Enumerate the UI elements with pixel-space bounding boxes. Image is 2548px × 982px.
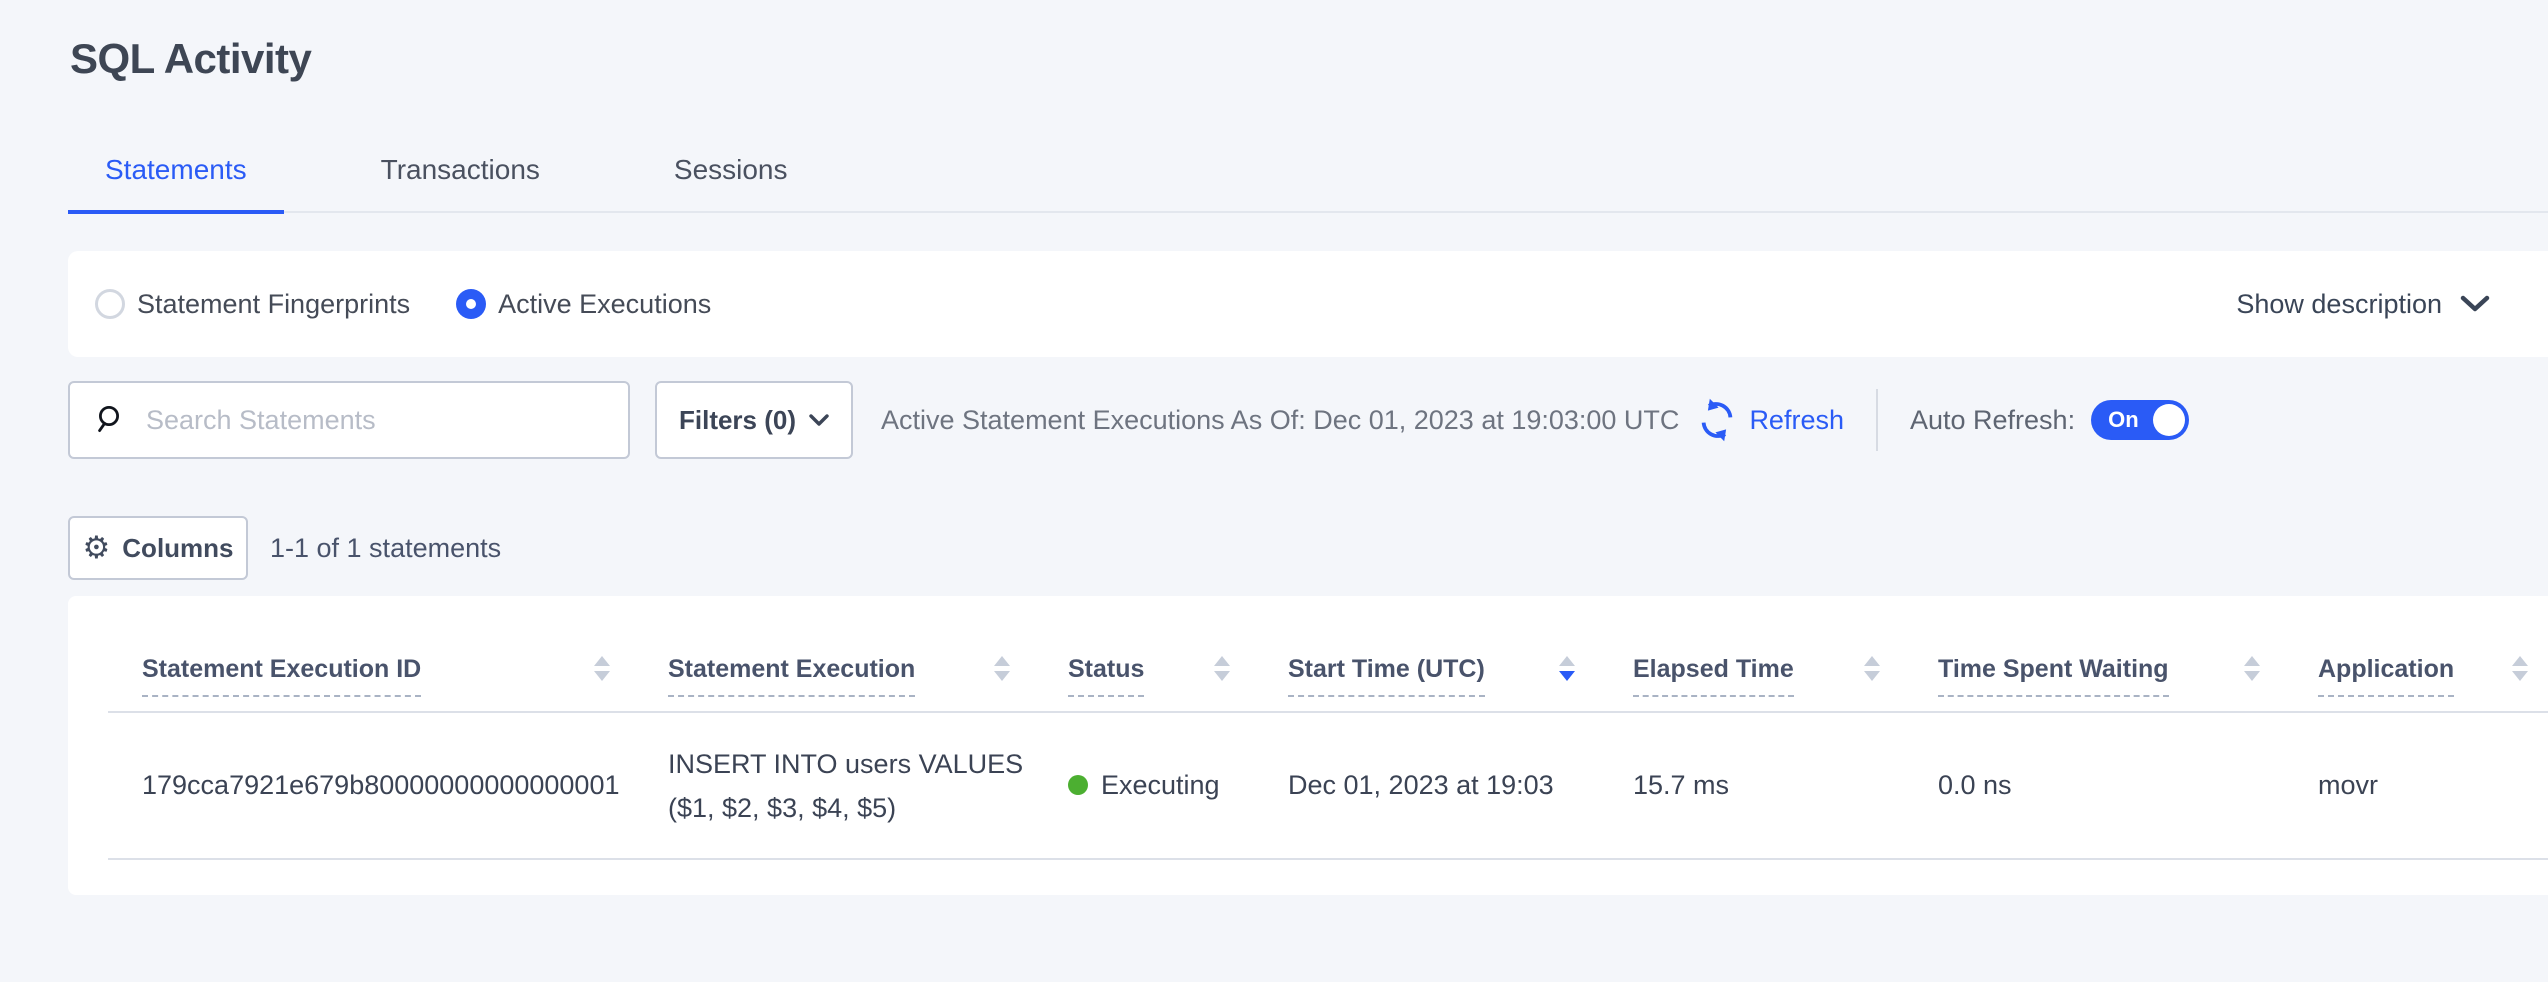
toggle-knob	[2153, 404, 2185, 436]
sort-icon[interactable]	[2512, 656, 2528, 681]
filters-label: Filters (0)	[679, 405, 796, 436]
divider	[1876, 389, 1878, 451]
search-box	[68, 381, 630, 459]
cell-execution-id: 179cca7921e679b80000000000000001	[108, 712, 630, 859]
radio-label: Statement Fingerprints	[137, 289, 410, 320]
status-badge: Executing	[1101, 770, 1220, 800]
statements-table-card: Statement Execution ID Statement Executi…	[68, 596, 2548, 895]
as-of-text: Active Statement Executions As Of: Dec 0…	[881, 405, 1679, 436]
sort-icon[interactable]	[1864, 656, 1880, 681]
radio-icon	[456, 289, 486, 319]
columns-button[interactable]: ⚙ Columns	[68, 516, 248, 580]
auto-refresh-toggle[interactable]: On	[2091, 400, 2189, 440]
cell-statement: INSERT INTO users VALUES ($1, $2, $3, $4…	[630, 712, 1030, 859]
column-header-time-spent-waiting[interactable]: Time Spent Waiting	[1900, 596, 2280, 712]
radio-icon	[95, 289, 125, 319]
radio-statement-fingerprints[interactable]: Statement Fingerprints	[95, 289, 410, 320]
search-icon	[94, 404, 126, 436]
cell-elapsed-time: 15.7 ms	[1595, 712, 1900, 859]
cell-start-time: Dec 01, 2023 at 19:03	[1250, 712, 1595, 859]
sort-icon[interactable]	[1214, 656, 1230, 681]
radio-active-executions[interactable]: Active Executions	[456, 289, 711, 320]
cell-application: movr	[2280, 712, 2548, 859]
tab-statements[interactable]: Statements	[68, 154, 284, 214]
toggle-state-label: On	[2108, 407, 2139, 433]
radio-label: Active Executions	[498, 289, 711, 320]
auto-refresh-label: Auto Refresh:	[1910, 405, 2075, 436]
table-controls: ⚙ Columns 1-1 of 1 statements	[68, 516, 2548, 580]
refresh-label: Refresh	[1749, 405, 1844, 436]
table-header-row: Statement Execution ID Statement Executi…	[108, 596, 2548, 712]
cell-status: Executing	[1030, 712, 1250, 859]
tab-transactions[interactable]: Transactions	[344, 154, 577, 211]
results-count: 1-1 of 1 statements	[270, 533, 501, 564]
status-dot-icon	[1068, 775, 1088, 795]
cell-time-spent-waiting: 0.0 ns	[1900, 712, 2280, 859]
show-description-label: Show description	[2236, 289, 2442, 320]
sort-icon[interactable]	[994, 656, 1010, 681]
view-mode-card: Statement Fingerprints Active Executions…	[68, 251, 2548, 357]
column-header-start-time[interactable]: Start Time (UTC)	[1250, 596, 1595, 712]
sort-icon[interactable]	[2244, 656, 2260, 681]
column-header-statement-execution[interactable]: Statement Execution	[630, 596, 1030, 712]
column-header-statement-execution-id[interactable]: Statement Execution ID	[108, 596, 630, 712]
table-row[interactable]: 179cca7921e679b80000000000000001 INSERT …	[108, 712, 2548, 859]
chevron-down-icon	[809, 414, 829, 427]
statements-table: Statement Execution ID Statement Executi…	[108, 596, 2548, 860]
toolbar: Filters (0) Active Statement Executions …	[68, 380, 2548, 460]
sort-icon[interactable]	[1559, 656, 1575, 681]
page-title: SQL Activity	[0, 0, 2548, 84]
search-input[interactable]	[144, 404, 618, 437]
tab-sessions[interactable]: Sessions	[637, 154, 825, 211]
column-header-elapsed-time[interactable]: Elapsed Time	[1595, 596, 1900, 712]
refresh-button[interactable]: Refresh	[1695, 398, 1844, 442]
columns-label: Columns	[122, 533, 233, 564]
gear-icon: ⚙	[82, 533, 110, 564]
sort-icon[interactable]	[594, 656, 610, 681]
refresh-icon	[1695, 398, 1739, 442]
tabs-bar: Statements Transactions Sessions	[68, 154, 2548, 213]
column-header-status[interactable]: Status	[1030, 596, 1250, 712]
column-header-application[interactable]: Application	[2280, 596, 2548, 712]
filters-button[interactable]: Filters (0)	[655, 381, 853, 459]
chevron-down-icon	[2460, 295, 2490, 313]
show-description-toggle[interactable]: Show description	[2236, 289, 2490, 320]
